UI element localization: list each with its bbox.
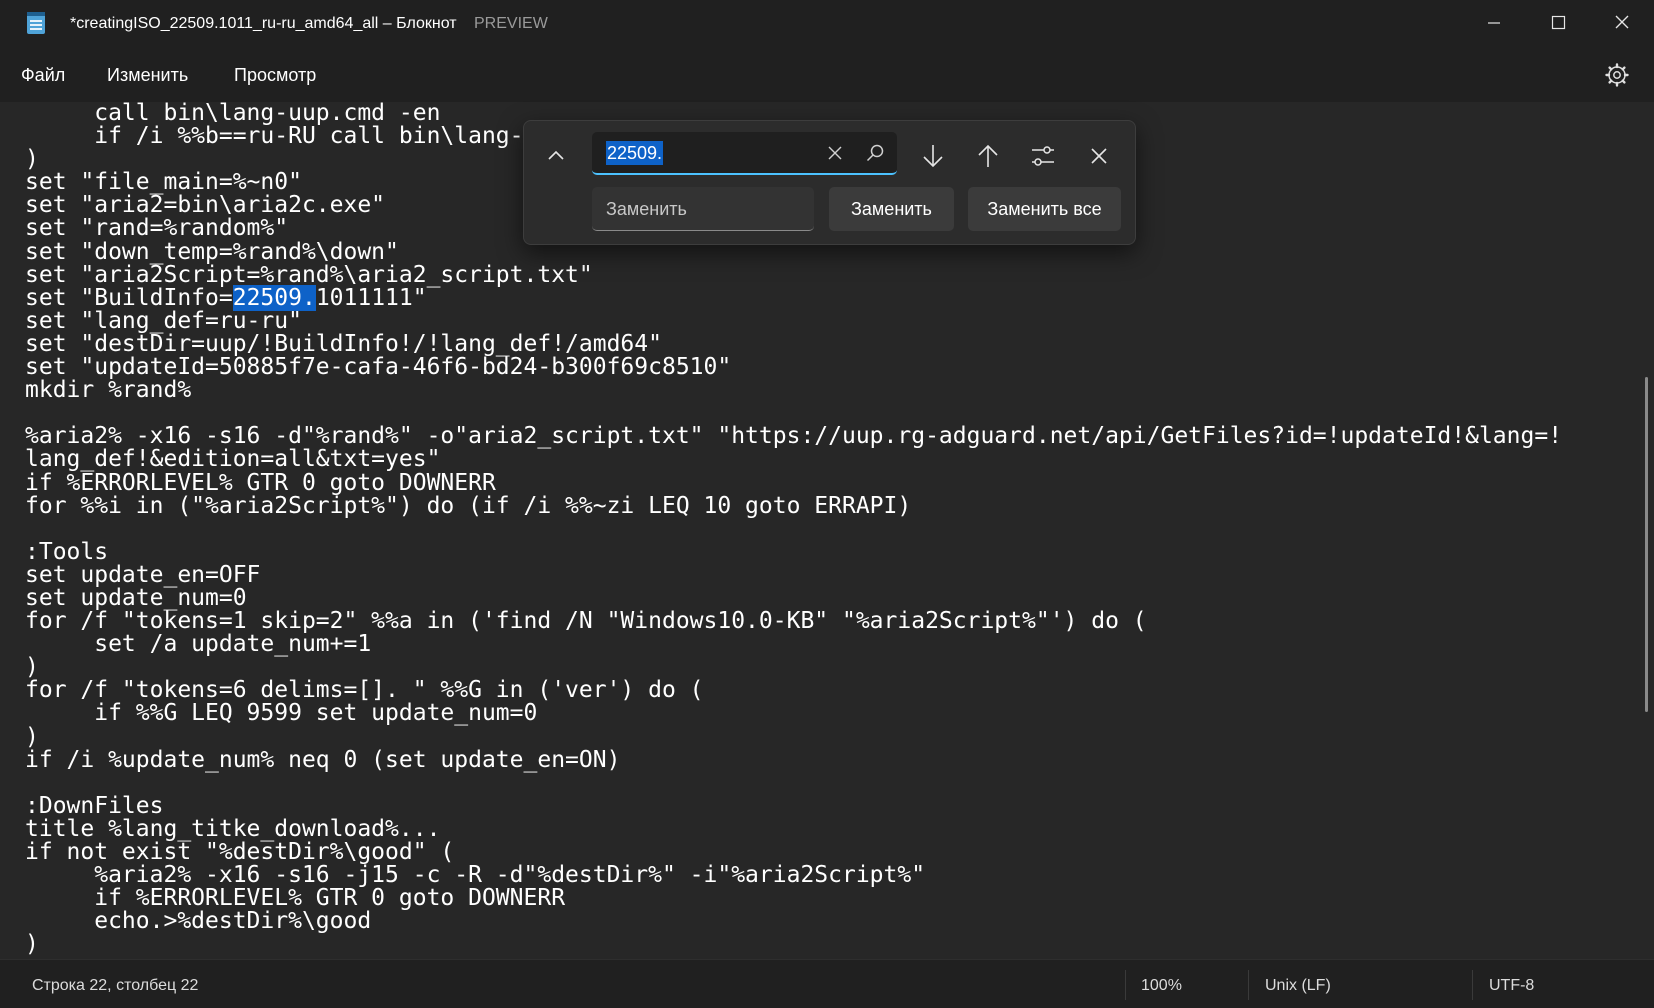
minimize-button[interactable] [1462,0,1526,46]
close-find-button[interactable] [1081,138,1117,174]
search-button[interactable] [864,142,886,164]
chevron-up-icon [548,150,564,160]
notepad-app-icon [27,12,45,34]
menu-edit[interactable]: Изменить [107,65,188,86]
menu-file[interactable]: Файл [21,65,65,86]
options-sliders-icon [1032,146,1054,166]
arrow-up-icon [978,144,998,167]
close-icon [1091,148,1107,164]
close-window-button[interactable] [1590,0,1654,46]
status-divider [1472,970,1473,1000]
status-bar: Строка 22, столбец 22 100% Unix (LF) UTF… [0,959,1654,1008]
search-icon [866,144,884,162]
maximize-button[interactable] [1526,0,1590,46]
status-divider [1125,970,1126,1000]
minimize-icon [1488,22,1500,24]
line-ending[interactable]: Unix (LF) [1265,977,1331,995]
status-divider [1248,970,1249,1000]
title-bar: *creatingISO_22509.1011_ru-ru_amd64_all … [0,0,1654,48]
replace-button[interactable]: Заменить [829,187,954,231]
close-icon [1615,15,1629,29]
arrow-down-icon [923,145,943,168]
close-icon [828,146,842,160]
window-title: *creatingISO_22509.1011_ru-ru_amd64_all … [70,15,457,32]
encoding[interactable]: UTF-8 [1489,977,1534,995]
settings-button[interactable] [1602,60,1632,90]
find-replace-panel: 22509. Заменить Заменить Заменить все [523,120,1136,245]
zoom-level[interactable]: 100% [1141,977,1182,995]
cursor-position: Строка 22, столбец 22 [32,977,199,994]
search-options-button[interactable] [1025,138,1061,174]
toggle-replace-button[interactable] [538,138,574,174]
replace-input[interactable]: Заменить [592,187,814,231]
search-input[interactable]: 22509. [592,132,897,175]
find-next-button[interactable] [915,138,951,174]
find-previous-button[interactable] [970,138,1006,174]
menu-bar: Файл Изменить Просмотр [0,48,1654,102]
menu-view[interactable]: Просмотр [234,65,316,86]
clear-search-button[interactable] [825,143,845,163]
vertical-scrollbar[interactable] [1645,377,1648,712]
gear-icon [1605,63,1629,87]
maximize-icon [1551,15,1566,30]
replace-all-button[interactable]: Заменить все [968,187,1121,231]
search-input-value[interactable]: 22509. [606,141,664,165]
preview-badge: PREVIEW [474,15,548,32]
search-match-highlight: 22509. [232,284,316,311]
replace-input-placeholder: Заменить [606,199,687,219]
